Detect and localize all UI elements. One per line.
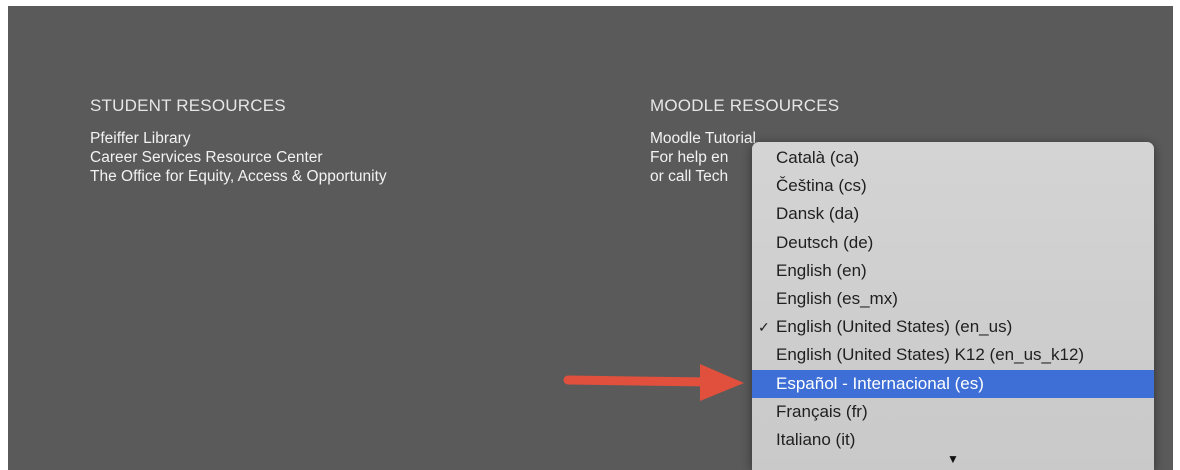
language-dropdown[interactable]: Català (ca) Čeština (cs) Dansk (da) Deut… (752, 142, 1154, 470)
link-office-equity[interactable]: The Office for Equity, Access & Opportun… (90, 167, 387, 186)
call-tech-text: or call Tech (650, 168, 729, 185)
language-option-ca[interactable]: Català (ca) (752, 144, 1154, 172)
help-text: For help en (650, 149, 729, 166)
student-resources-heading: STUDENT RESOURCES (90, 96, 286, 115)
link-pfeiffer-library[interactable]: Pfeiffer Library (90, 129, 387, 148)
checkmark-icon: ✓ (758, 319, 770, 336)
link-career-services[interactable]: Career Services Resource Center (90, 148, 387, 167)
annotation-arrow (563, 364, 744, 401)
scroll-down-arrow-icon[interactable]: ▼ (752, 448, 1154, 470)
language-option-en-us[interactable]: ✓ English (United States) (en_us) (752, 313, 1154, 341)
language-option-en-us-k12[interactable]: English (United States) K12 (en_us_k12) (752, 341, 1154, 369)
language-option-cs[interactable]: Čeština (cs) (752, 172, 1154, 200)
student-resources-list: Pfeiffer Library Career Services Resourc… (90, 129, 387, 186)
language-option-es-mx[interactable]: English (es_mx) (752, 285, 1154, 313)
language-option-da[interactable]: Dansk (da) (752, 200, 1154, 228)
language-option-en[interactable]: English (en) (752, 257, 1154, 285)
language-option-es[interactable]: Español - Internacional (es) (752, 369, 1154, 398)
link-moodle-tutorial[interactable]: Moodle Tutorial (650, 129, 756, 148)
language-options-list: Català (ca) Čeština (cs) Dansk (da) Deut… (752, 144, 1154, 454)
language-option-de[interactable]: Deutsch (de) (752, 229, 1154, 257)
language-option-fr[interactable]: Français (fr) (752, 398, 1154, 426)
moodle-resources-list: Moodle Tutorial For help en or call Tech (650, 129, 756, 186)
moodle-resources-heading: MOODLE RESOURCES (650, 96, 840, 115)
